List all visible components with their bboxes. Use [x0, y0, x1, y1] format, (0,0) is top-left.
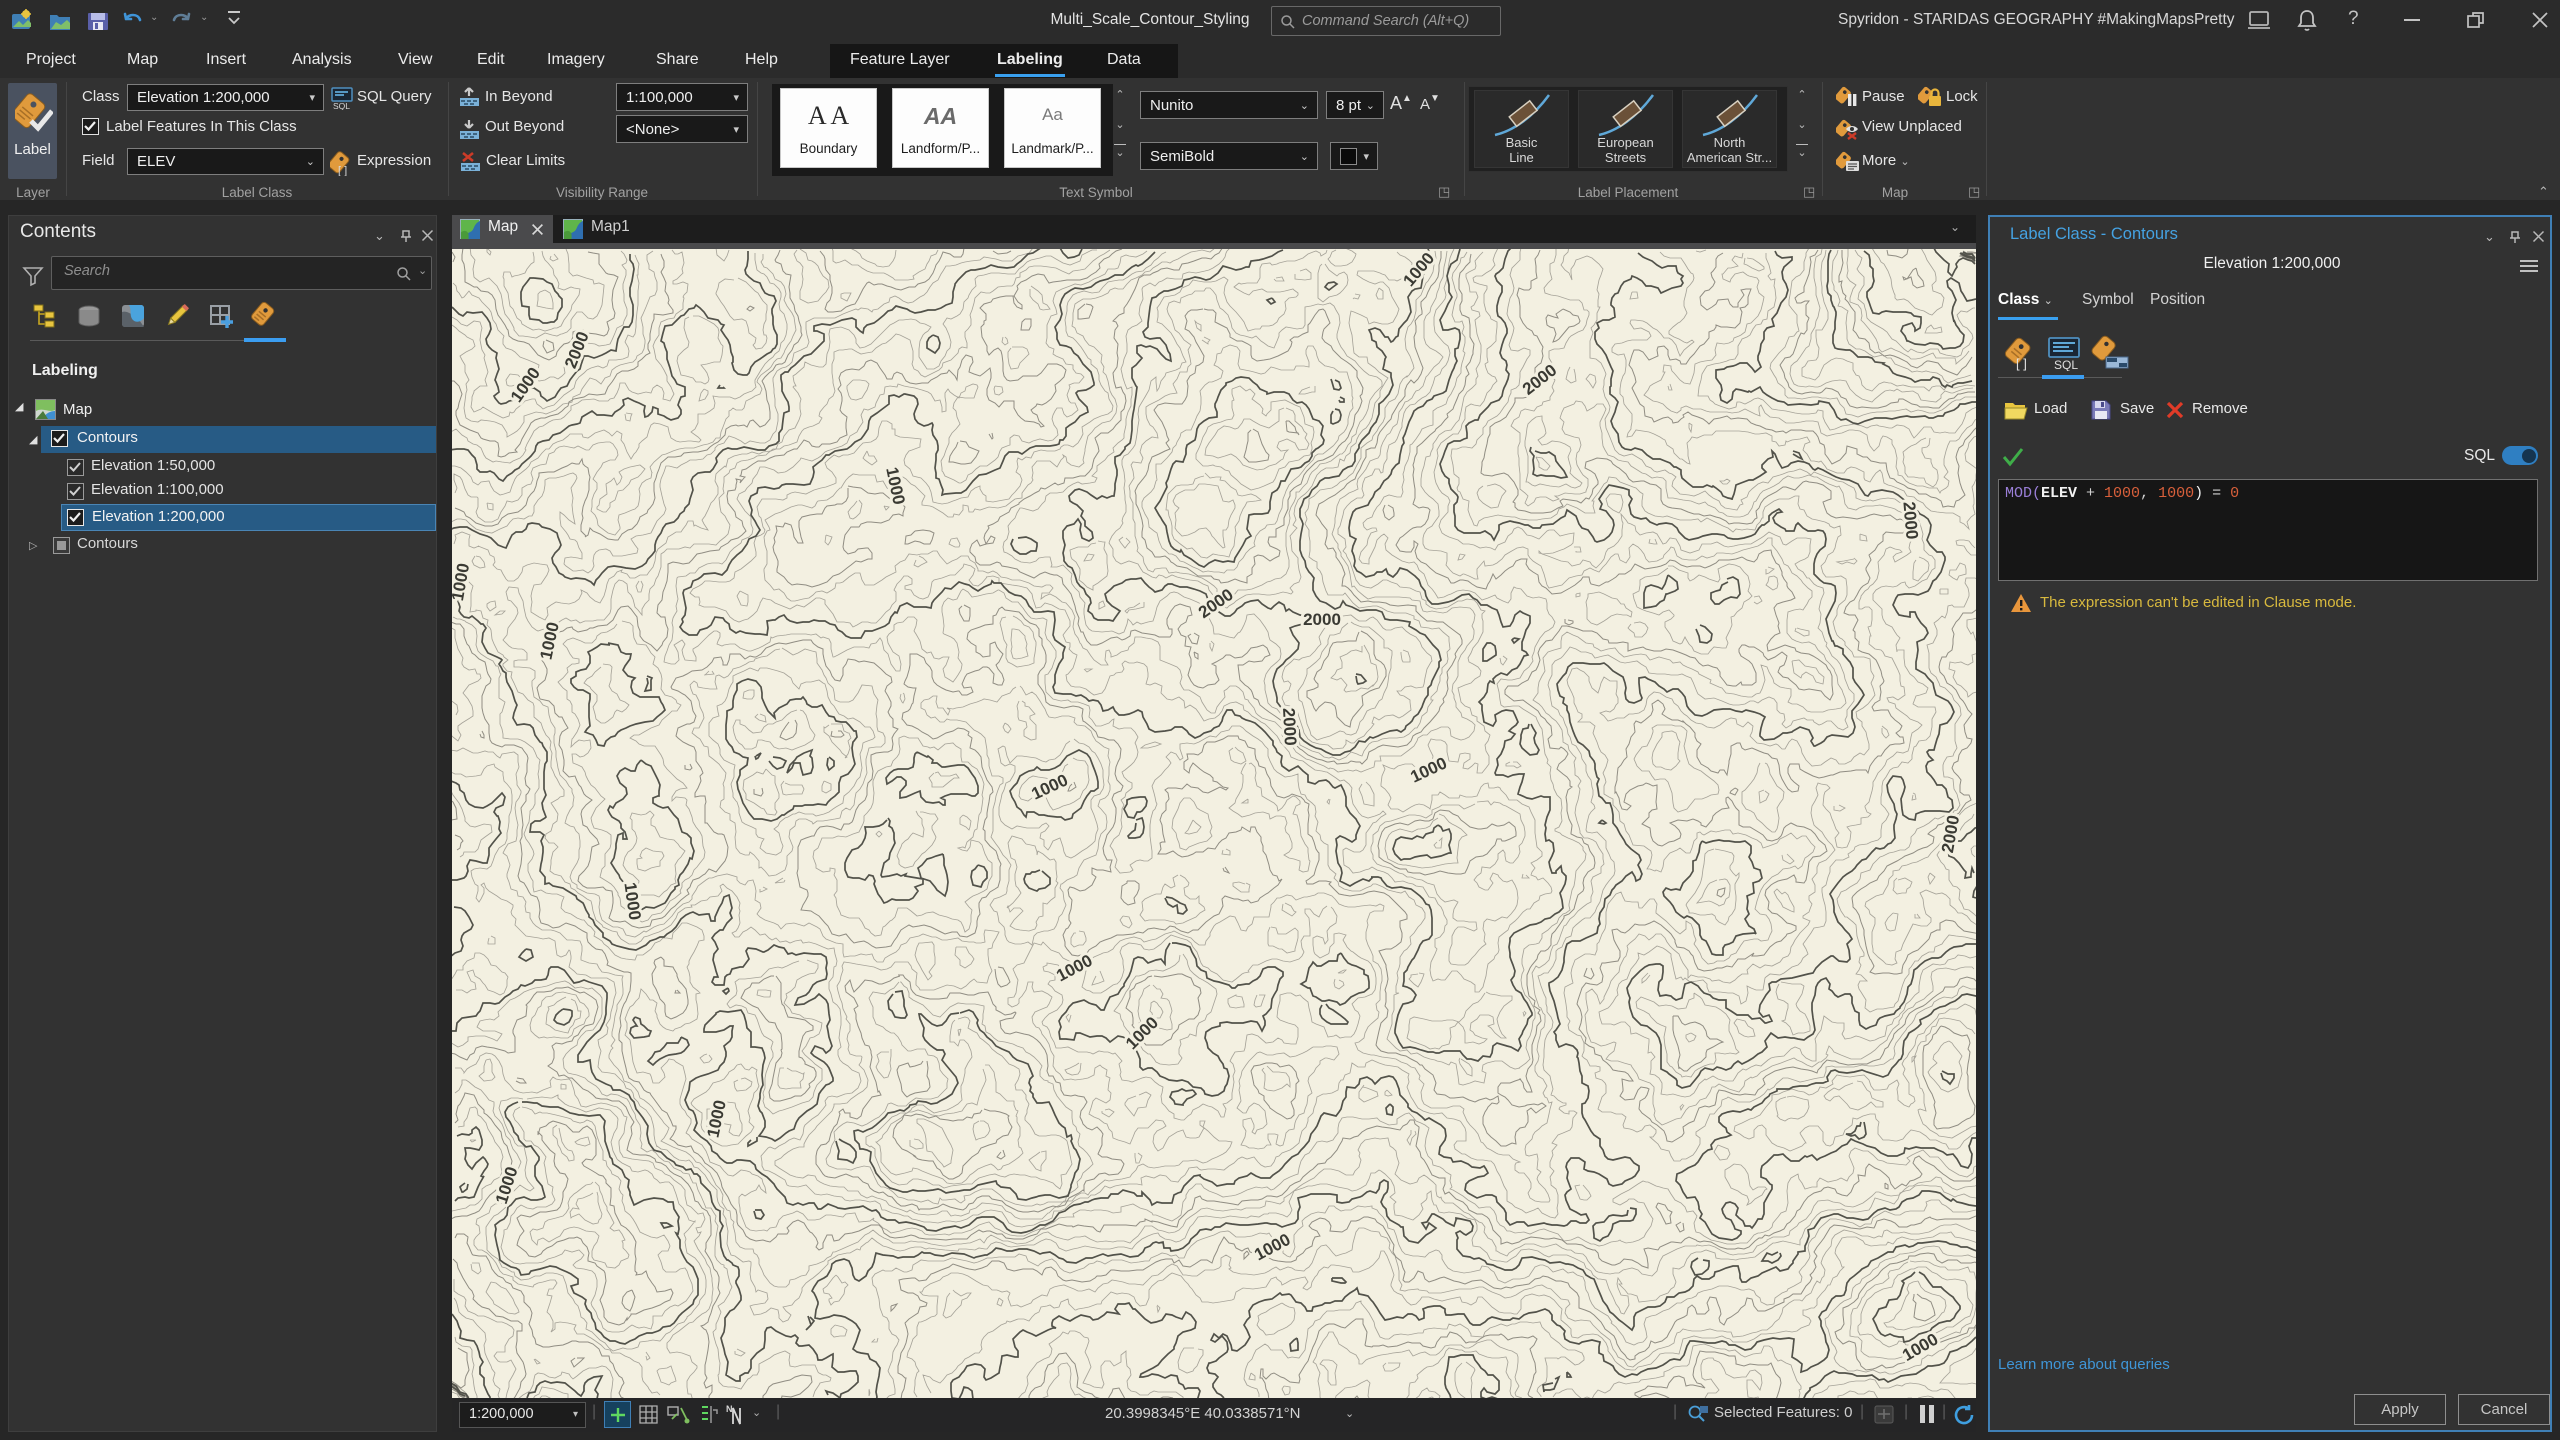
svg-text:N: N — [726, 1404, 733, 1414]
svg-text:2000: 2000 — [1279, 707, 1300, 746]
svg-text:2000: 2000 — [1303, 610, 1341, 629]
svg-text:SQL: SQL — [333, 101, 350, 110]
svg-text:2000: 2000 — [1899, 501, 1921, 540]
svg-text:[ ]: [ ] — [338, 165, 347, 176]
svg-text:[ ]: [ ] — [2016, 356, 2027, 371]
svg-text:SQL: SQL — [2054, 358, 2078, 371]
